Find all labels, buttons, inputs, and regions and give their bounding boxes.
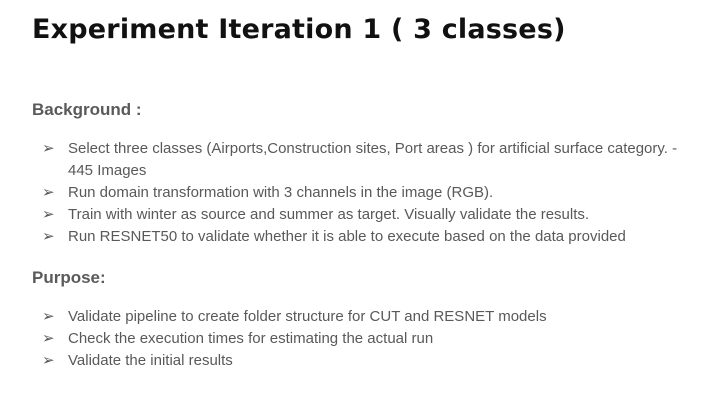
arrow-bullet-icon: ➢ xyxy=(42,330,55,347)
arrow-bullet-icon: ➢ xyxy=(42,206,55,223)
purpose-bullet-item: ➢ Validate the initial results xyxy=(42,350,682,372)
slide: Experiment Iteration 1 ( 3 classes) Back… xyxy=(0,0,720,405)
slide-title: Experiment Iteration 1 ( 3 classes) xyxy=(32,14,566,45)
background-bullet-item: ➢ Select three classes (Airports,Constru… xyxy=(42,138,682,182)
purpose-bullet-item: ➢ Check the execution times for estimati… xyxy=(42,328,682,350)
bullet-text: Run RESNET50 to validate whether it is a… xyxy=(68,228,626,245)
arrow-bullet-icon: ➢ xyxy=(42,308,55,325)
bullet-text: Check the execution times for estimating… xyxy=(68,330,434,347)
purpose-bullet-list: ➢ Validate pipeline to create folder str… xyxy=(42,306,682,372)
bullet-text: Train with winter as source and summer a… xyxy=(68,206,590,223)
purpose-heading: Purpose: xyxy=(32,268,106,287)
arrow-bullet-icon: ➢ xyxy=(42,184,55,201)
background-bullet-list: ➢ Select three classes (Airports,Constru… xyxy=(42,138,682,248)
background-bullet-item: ➢ Run RESNET50 to validate whether it is… xyxy=(42,226,682,248)
bullet-text: Validate pipeline to create folder struc… xyxy=(68,308,547,325)
background-heading: Background : xyxy=(32,100,142,119)
arrow-bullet-icon: ➢ xyxy=(42,228,55,245)
arrow-bullet-icon: ➢ xyxy=(42,352,55,369)
arrow-bullet-icon: ➢ xyxy=(42,140,55,157)
bullet-text: Validate the initial results xyxy=(68,352,233,369)
background-bullet-item: ➢ Run domain transformation with 3 chann… xyxy=(42,182,682,204)
bullet-text: Run domain transformation with 3 channel… xyxy=(68,184,494,201)
purpose-bullet-item: ➢ Validate pipeline to create folder str… xyxy=(42,306,682,328)
background-bullet-item: ➢ Train with winter as source and summer… xyxy=(42,204,682,226)
bullet-text: Select three classes (Airports,Construct… xyxy=(68,140,678,179)
